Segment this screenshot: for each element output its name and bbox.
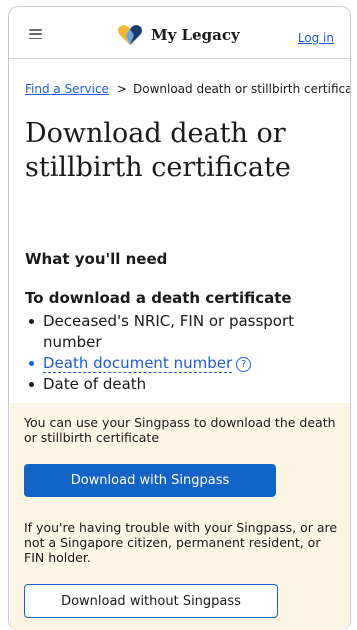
breadcrumb-link-find-service[interactable]: Find a Service bbox=[25, 82, 109, 96]
section-heading: What you'll need bbox=[25, 250, 168, 268]
question-circle-icon[interactable]: ? bbox=[236, 357, 252, 372]
heart-logo-icon bbox=[118, 25, 142, 45]
download-panel: You can use your Singpass to download th… bbox=[10, 403, 350, 630]
death-document-number-link[interactable]: Death document number bbox=[43, 354, 233, 373]
download-with-singpass-button[interactable]: Download with Singpass bbox=[24, 464, 276, 497]
list-item: Death document number? bbox=[25, 353, 345, 374]
login-link[interactable]: Log in bbox=[298, 31, 334, 45]
top-header: My Legacy Log in bbox=[9, 7, 350, 59]
requirements-list: Deceased's NRIC, FIN or passport number … bbox=[25, 311, 345, 395]
brand-name: My Legacy bbox=[151, 26, 240, 44]
page-title: Download death or stillbirth certificate bbox=[25, 118, 291, 183]
singpass-info-text: You can use your Singpass to download th… bbox=[24, 415, 336, 445]
hamburger-menu-icon[interactable] bbox=[29, 29, 42, 39]
list-item: Deceased's NRIC, FIN or passport number bbox=[25, 311, 345, 353]
download-without-singpass-button[interactable]: Download without Singpass bbox=[24, 584, 278, 618]
no-singpass-info-text: If you're having trouble with your Singp… bbox=[24, 520, 338, 565]
breadcrumb-current: Download death or stillbirth certificate bbox=[132, 82, 351, 96]
app-frame: My Legacy Log in Find a Service > Download… bbox=[8, 6, 351, 630]
brand[interactable]: My Legacy bbox=[117, 23, 240, 47]
list-item: Date of death bbox=[25, 374, 345, 395]
breadcrumb-separator: > bbox=[116, 82, 127, 96]
death-certificate-heading: To download a death certificate bbox=[25, 289, 292, 307]
breadcrumb: Find a Service > Download death or stillbi… bbox=[25, 82, 351, 96]
